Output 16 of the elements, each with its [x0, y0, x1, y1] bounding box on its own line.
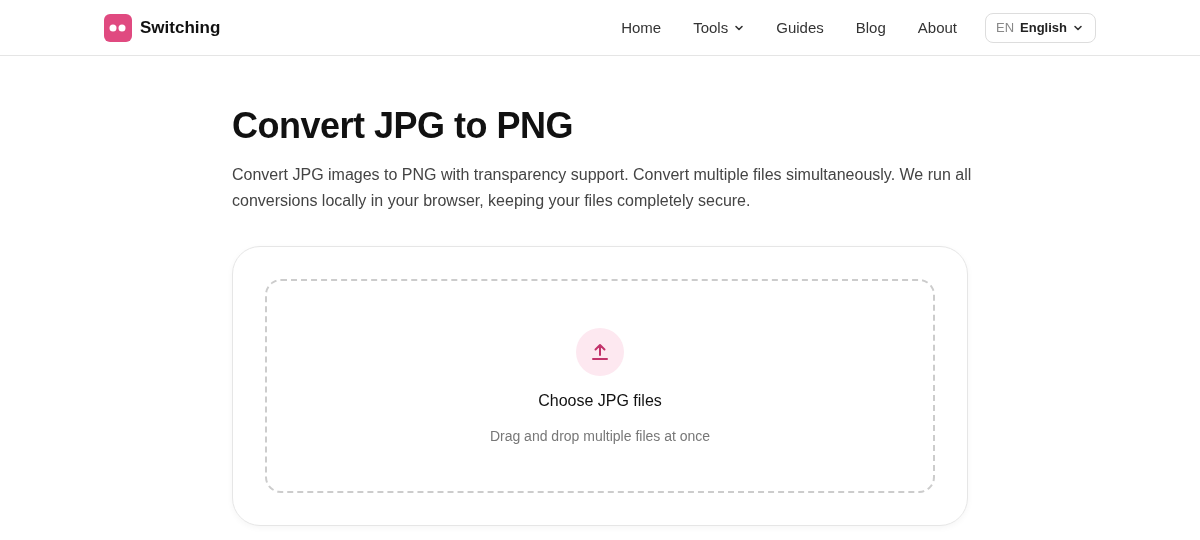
dropzone[interactable]: Choose JPG files Drag and drop multiple files at once	[265, 279, 935, 493]
nav-dropdown[interactable]: Tools	[677, 13, 761, 42]
language-code: EN	[996, 20, 1015, 35]
nav-link[interactable]: About	[901, 13, 973, 42]
page-description: Convert JPG images to PNG with transparency support. Convert multiple files simultaneously. We run all conversions locally in your browser, keeping your files completely secure.	[232, 165, 972, 211]
language-name: English	[1020, 20, 1067, 35]
nav-link[interactable]: Blog	[839, 13, 902, 42]
dropzone-hint: Drag and drop multiple files at once	[489, 428, 711, 444]
nav-link[interactable]: Home	[605, 13, 678, 42]
page-title: Convert JPG to PNG	[232, 104, 575, 148]
nav-link[interactable]: Guides	[760, 13, 840, 42]
upload-icon	[576, 328, 624, 376]
dropzone-label: Choose JPG files	[538, 392, 662, 410]
language-selector[interactable]: EN English	[985, 12, 1096, 43]
brand-name[interactable]: Switching	[140, 17, 221, 38]
logo-icon[interactable]	[104, 13, 132, 42]
